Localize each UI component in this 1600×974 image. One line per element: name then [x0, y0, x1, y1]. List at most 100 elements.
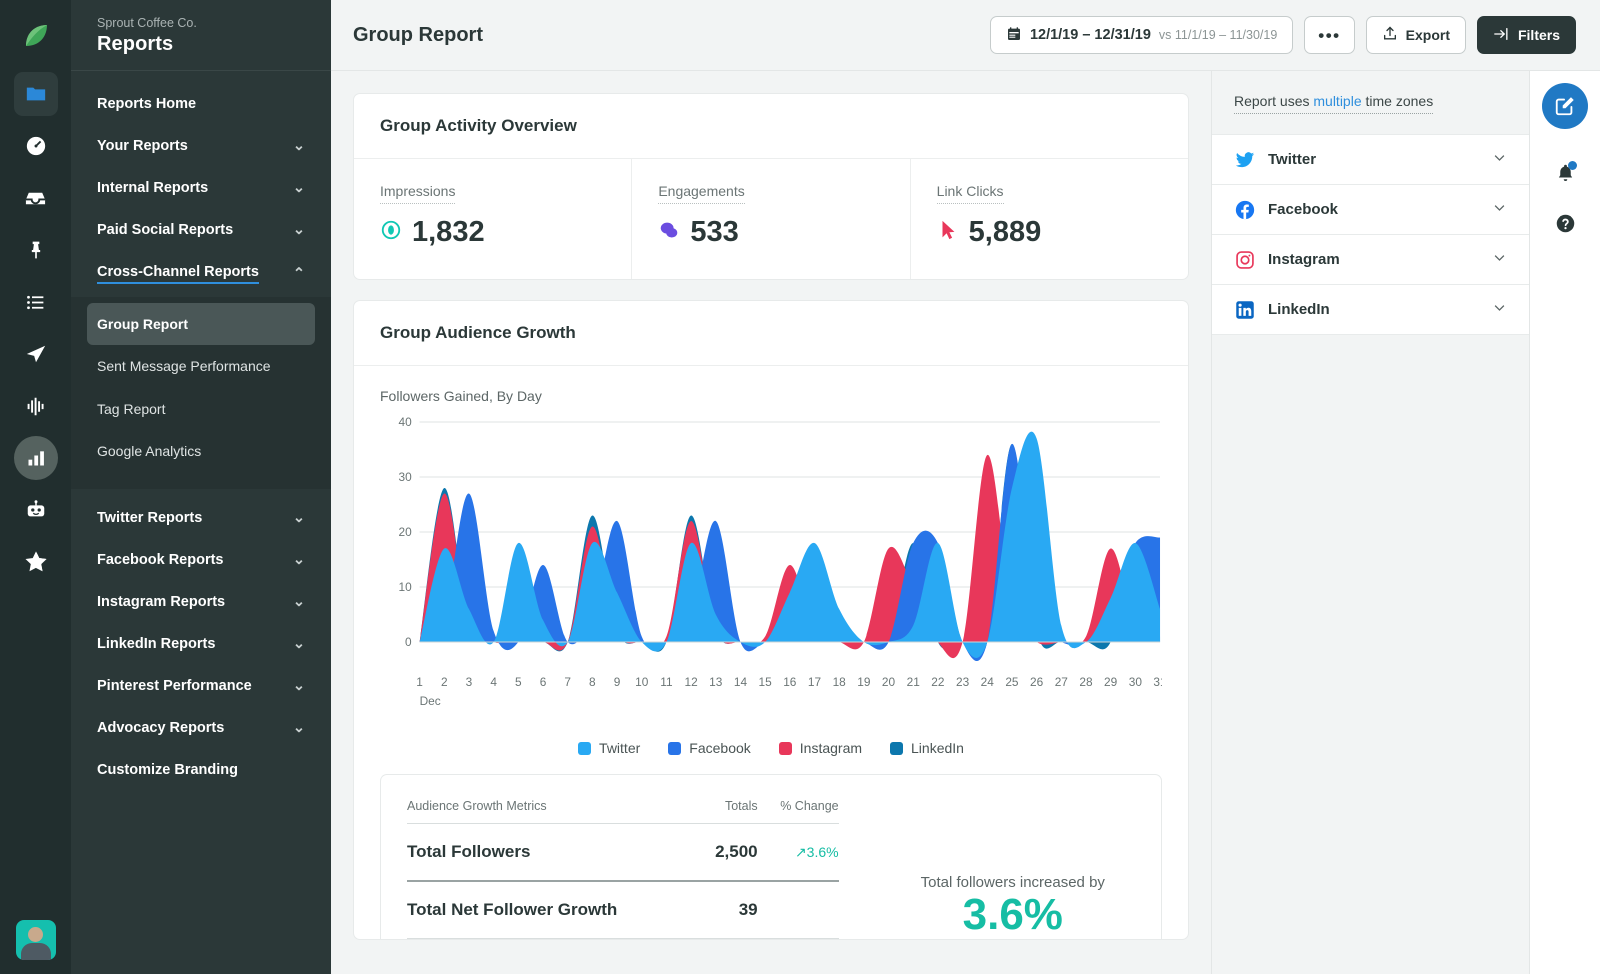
sidebar-item-paid-social-reports[interactable]: Paid Social Reports ⌄: [71, 209, 331, 251]
sprout-leaf-logo[interactable]: [14, 14, 58, 58]
svg-text:17: 17: [808, 675, 821, 689]
sidebar-item-label: Twitter Reports: [97, 509, 203, 526]
date-range-picker[interactable]: 12/1/19 – 12/31/19 vs 11/1/19 – 11/30/19: [989, 16, 1294, 54]
metric-link-clicks: Link Clicks 5,889: [911, 159, 1188, 279]
svg-text:27: 27: [1055, 675, 1068, 689]
filter-arrow-icon: [1493, 26, 1510, 45]
row-change-cell: ↗3.6%: [757, 823, 839, 882]
svg-text:31: 31: [1153, 675, 1162, 689]
metric-value: 533: [690, 216, 739, 248]
chevron-down-icon[interactable]: [1492, 300, 1507, 320]
dashboard-gauge-icon[interactable]: [14, 124, 58, 168]
network-label: LinkedIn: [1268, 301, 1330, 318]
svg-text:5: 5: [515, 675, 522, 689]
row-total-value: 2,500: [698, 823, 758, 882]
svg-text:15: 15: [759, 675, 773, 689]
sidebar-item-customize-branding[interactable]: Customize Branding: [71, 749, 331, 791]
svg-text:18: 18: [833, 675, 847, 689]
user-avatar[interactable]: [15, 920, 56, 960]
legend-item-instagram[interactable]: Instagram: [778, 740, 862, 756]
instagram-icon: [1234, 249, 1255, 270]
network-row-facebook[interactable]: Facebook: [1212, 185, 1529, 235]
network-row-twitter[interactable]: Twitter: [1212, 134, 1529, 185]
group-audience-growth-title: Group Audience Growth: [354, 301, 1188, 366]
sidebar-item-advocacy-reports[interactable]: Advocacy Reports ⌄: [71, 707, 331, 749]
chevron-down-icon[interactable]: [1492, 250, 1507, 270]
legend-item-facebook[interactable]: Facebook: [668, 740, 751, 756]
svg-text:20: 20: [882, 675, 896, 689]
chevron-down-icon: ⌄: [292, 222, 305, 238]
sidebar-item-reports-home[interactable]: Reports Home: [71, 83, 331, 125]
metric-label: Impressions: [380, 183, 456, 204]
bot-icon[interactable]: [14, 488, 58, 532]
sidebar-network-reports: Twitter Reports ⌄ Facebook Reports ⌄ Ins…: [71, 489, 331, 791]
bell-icon[interactable]: [1543, 151, 1587, 195]
more-options-button[interactable]: •••: [1304, 16, 1355, 54]
filters-button[interactable]: Filters: [1476, 16, 1576, 54]
svg-text:22: 22: [931, 675, 944, 689]
chevron-down-icon: ⌄: [292, 593, 305, 610]
export-button[interactable]: Export: [1365, 16, 1466, 54]
legend-item-linkedin[interactable]: LinkedIn: [890, 740, 964, 756]
sidebar-item-google-analytics[interactable]: Google Analytics: [71, 430, 331, 472]
chevron-down-icon[interactable]: [1492, 150, 1507, 170]
publishing-send-icon[interactable]: [14, 332, 58, 376]
table-row: Total Followers 2,500 ↗3.6%: [407, 823, 839, 882]
svg-text:0: 0: [405, 635, 412, 649]
svg-text:19: 19: [857, 675, 871, 689]
legend-swatch: [668, 741, 682, 755]
export-upload-icon: [1382, 25, 1398, 45]
audience-growth-table: Audience Growth Metrics Totals % Change …: [407, 799, 839, 939]
cursor-arrow-icon: [937, 216, 959, 249]
sidebar-item-linkedin-reports[interactable]: LinkedIn Reports ⌄: [71, 623, 331, 665]
sidebar-item-cross-channel-reports[interactable]: Cross-Channel Reports ⌃: [71, 251, 331, 297]
star-review-icon[interactable]: [14, 540, 58, 584]
audience-growth-table-wrap: Audience Growth Metrics Totals % Change …: [381, 775, 865, 939]
area-series-twitter: [419, 431, 1161, 658]
help-icon[interactable]: [1543, 201, 1587, 245]
sidebar-item-group-report[interactable]: Group Report: [87, 303, 315, 346]
timezone-link[interactable]: multiple: [1313, 93, 1361, 109]
metric-value: 5,889: [968, 216, 1042, 248]
svg-text:11: 11: [660, 675, 673, 689]
audience-growth-metrics-panel: Audience Growth Metrics Totals % Change …: [380, 774, 1162, 939]
sidebar-item-label: Paid Social Reports: [97, 222, 234, 238]
metric-value: 1,832: [412, 216, 485, 248]
chevron-down-icon: ⌄: [292, 138, 305, 154]
sidebar-item-instagram-reports[interactable]: Instagram Reports ⌄: [71, 581, 331, 623]
network-row-linkedin[interactable]: LinkedIn: [1212, 285, 1529, 335]
sidebar-item-your-reports[interactable]: Your Reports ⌄: [71, 125, 331, 167]
listening-waveform-icon[interactable]: [14, 384, 58, 428]
inbox-icon[interactable]: [14, 176, 58, 220]
sidebar-header: Sprout Coffee Co. Reports: [71, 0, 331, 71]
network-label: Instagram: [1268, 251, 1340, 268]
reports-bar-chart-icon[interactable]: [13, 436, 58, 480]
pin-icon[interactable]: [14, 228, 58, 272]
content-area: Group Activity Overview Impressions 1,83…: [331, 71, 1600, 974]
chevron-down-icon: ⌄: [292, 180, 305, 196]
eye-icon: [380, 216, 402, 249]
folder-icon[interactable]: [13, 72, 58, 116]
sidebar-item-pinterest-performance[interactable]: Pinterest Performance ⌄: [71, 665, 331, 707]
sidebar-item-sent-message-performance[interactable]: Sent Message Performance: [71, 345, 331, 387]
network-row-instagram[interactable]: Instagram: [1212, 235, 1529, 285]
column-header-totals: Totals: [698, 799, 758, 824]
sidebar-item-twitter-reports[interactable]: Twitter Reports ⌄: [71, 497, 331, 539]
sidebar-title: Reports: [97, 33, 174, 55]
legend-label: Twitter: [599, 740, 641, 756]
metric-engagements: Engagements 533: [632, 159, 911, 279]
legend-item-twitter[interactable]: Twitter: [578, 740, 640, 756]
metric-label: Link Clicks: [936, 183, 1004, 204]
sidebar-item-tag-report[interactable]: Tag Report: [71, 388, 331, 430]
list-icon[interactable]: [14, 280, 58, 324]
chevron-down-icon[interactable]: [1492, 200, 1507, 220]
metric-value-row: 1,832: [380, 216, 605, 249]
sidebar-item-facebook-reports[interactable]: Facebook Reports ⌄: [71, 539, 331, 581]
sidebar-item-internal-reports[interactable]: Internal Reports ⌄: [71, 167, 331, 209]
compose-icon[interactable]: [1542, 83, 1588, 129]
followers-gained-area-chart[interactable]: 0 10 20 30 40: [380, 414, 1162, 672]
utility-rail: [1529, 71, 1600, 974]
metric-value-row: 5,889: [937, 216, 1162, 249]
notification-badge: [1568, 161, 1577, 170]
timezone-suffix: time zones: [1361, 93, 1434, 109]
